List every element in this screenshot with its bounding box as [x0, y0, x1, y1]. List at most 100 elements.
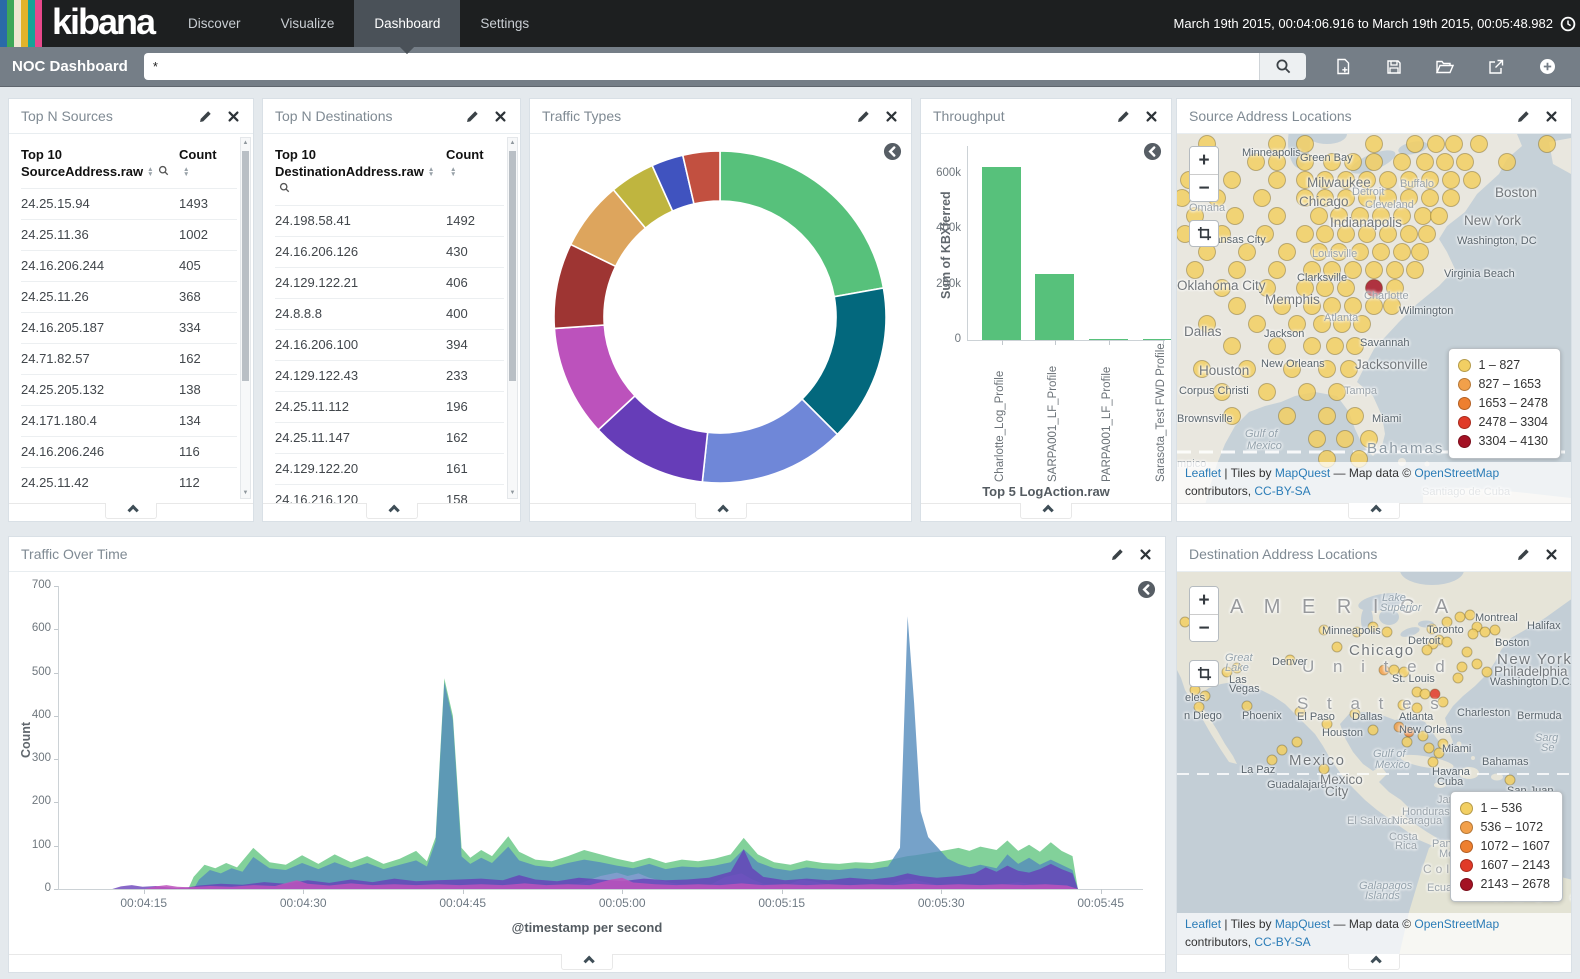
zoom-in-button[interactable]: +: [1190, 587, 1218, 614]
table-scrollbar[interactable]: ▲▼: [507, 137, 518, 499]
close-panel-icon[interactable]: [1138, 547, 1153, 562]
panel-header: Destination Address Locations: [1177, 537, 1571, 572]
drilldown-back-button[interactable]: [883, 142, 902, 161]
collapse-panel-button[interactable]: [695, 503, 747, 519]
license-link[interactable]: CC-BY-SA: [1254, 935, 1310, 949]
map-label: Atlanta: [1324, 312, 1358, 324]
panel-title: Top N Sources: [21, 108, 185, 124]
collapse-panel-button[interactable]: [1348, 954, 1400, 970]
axis-tick-label: 00:05:15: [747, 896, 817, 910]
nav-tab-settings[interactable]: Settings: [460, 0, 549, 47]
edit-panel-icon[interactable]: [1109, 546, 1126, 563]
zoom-in-button[interactable]: +: [1190, 147, 1218, 174]
traffic-over-time-area-chart[interactable]: [58, 586, 1143, 889]
map-label: Guadalajara: [1267, 779, 1327, 791]
collapse-panel-button[interactable]: [366, 503, 418, 519]
fit-bounds-button[interactable]: [1189, 220, 1219, 247]
map-label: eles: [1185, 692, 1205, 704]
legend-item: 1 – 827: [1458, 356, 1548, 375]
map-label: Charleston: [1457, 707, 1510, 719]
add-visualization-button[interactable]: [1536, 56, 1558, 78]
map-attribution: Leaflet | Tiles by MapQuest — Map data ©…: [1177, 913, 1571, 954]
openstreetmap-link[interactable]: OpenStreetMap: [1414, 917, 1499, 931]
table-scrollbar[interactable]: ▲▼: [240, 137, 251, 499]
license-link[interactable]: CC-BY-SA: [1254, 484, 1310, 498]
drilldown-back-button[interactable]: [1137, 580, 1156, 599]
load-dashboard-button[interactable]: [1434, 56, 1456, 78]
nav-tab-discover[interactable]: Discover: [168, 0, 261, 47]
map-label: La Paz: [1241, 764, 1275, 776]
close-panel-icon[interactable]: [884, 109, 899, 124]
table-row: 24.16.216.120158: [275, 484, 504, 503]
save-dashboard-button[interactable]: [1383, 56, 1405, 78]
mapquest-link[interactable]: MapQuest: [1275, 917, 1330, 931]
close-panel-icon[interactable]: [1544, 547, 1559, 562]
count-cell: 116: [179, 436, 237, 467]
edit-panel-icon[interactable]: [197, 108, 214, 125]
table-row: 24.198.58.411492: [275, 205, 504, 236]
crop-icon: [1197, 666, 1212, 681]
edit-panel-icon[interactable]: [1115, 108, 1132, 125]
edit-panel-icon[interactable]: [1515, 108, 1532, 125]
drilldown-back-button[interactable]: [1143, 142, 1162, 161]
collapse-panel-button[interactable]: [1020, 503, 1072, 519]
main-nav: Discover Visualize Dashboard Settings: [168, 0, 549, 47]
logo-stripe: [35, 0, 42, 47]
zoom-out-button[interactable]: −: [1190, 174, 1218, 201]
legend-color-dot: [1460, 821, 1473, 834]
close-panel-icon[interactable]: [1544, 109, 1559, 124]
count-cell: 400: [446, 298, 504, 329]
map-label: Mexico: [1247, 440, 1282, 452]
nav-tab-visualize[interactable]: Visualize: [261, 0, 355, 47]
bar[interactable]: [1035, 274, 1074, 341]
close-panel-icon[interactable]: [493, 109, 508, 124]
edit-panel-icon[interactable]: [1515, 546, 1532, 563]
share-dashboard-button[interactable]: [1485, 56, 1507, 78]
panel-title: Throughput: [933, 108, 1103, 124]
axis-tick-label: 00:04:45: [428, 896, 498, 910]
legend-color-dot: [1460, 878, 1473, 891]
traffic-types-donut-chart[interactable]: [550, 147, 890, 487]
chevron-up-icon: [388, 504, 399, 515]
panel-title: Top N Destinations: [275, 108, 452, 124]
throughput-bar-chart[interactable]: [921, 146, 1171, 340]
column-header-count[interactable]: Count▲▼: [179, 140, 237, 188]
map-label: City: [1325, 784, 1348, 799]
column-header-destination-address[interactable]: Top 10 DestinationAddress.raw▲▼: [275, 140, 446, 205]
bar[interactable]: [1143, 339, 1171, 340]
close-panel-icon[interactable]: [226, 109, 241, 124]
destination-map[interactable]: A M E R I C ALakeSuperiorMontrealHalifax…: [1177, 572, 1571, 954]
close-panel-icon[interactable]: [1144, 109, 1159, 124]
map-label: New York: [1464, 213, 1521, 228]
openstreetmap-link[interactable]: OpenStreetMap: [1414, 466, 1499, 480]
address-cell: 24.25.11.112: [275, 391, 446, 422]
new-dashboard-button[interactable]: [1332, 56, 1354, 78]
zoom-out-button[interactable]: −: [1190, 614, 1218, 641]
map-label: Cuba: [1437, 776, 1463, 788]
collapse-panel-button[interactable]: [105, 503, 157, 519]
edit-panel-icon[interactable]: [464, 108, 481, 125]
nav-tab-dashboard[interactable]: Dashboard: [354, 0, 460, 47]
edit-panel-icon[interactable]: [855, 108, 872, 125]
panel-footer: [263, 503, 520, 521]
mapquest-link[interactable]: MapQuest: [1275, 466, 1330, 480]
leaflet-link[interactable]: Leaflet: [1185, 917, 1221, 931]
map-label: Omaha: [1189, 202, 1225, 214]
column-header-source-address[interactable]: Top 10 SourceAddress.raw▲▼: [21, 140, 179, 188]
time-range-picker[interactable]: March 19th 2015, 00:04:06.916 to March 1…: [1174, 0, 1580, 47]
search-button[interactable]: [1259, 53, 1306, 80]
source-map[interactable]: MinneapolisGreen BayMilwaukeeChicagoDetr…: [1177, 134, 1571, 503]
query-input[interactable]: [144, 53, 1259, 80]
table-row: 24.25.15.941493: [21, 188, 237, 219]
pie-slice[interactable]: [720, 151, 883, 297]
leaflet-link[interactable]: Leaflet: [1185, 466, 1221, 480]
bar[interactable]: [982, 167, 1021, 340]
legend-color-dot: [1458, 416, 1471, 429]
collapse-panel-button[interactable]: [1348, 503, 1400, 519]
column-header-count[interactable]: Count▲▼: [446, 140, 504, 205]
fit-bounds-button[interactable]: [1189, 660, 1219, 687]
chevron-up-icon: [717, 504, 728, 515]
axis-tick-label: 00:05:00: [587, 896, 657, 910]
collapse-panel-button[interactable]: [561, 954, 613, 970]
axis-tick-label: 400: [11, 709, 51, 721]
